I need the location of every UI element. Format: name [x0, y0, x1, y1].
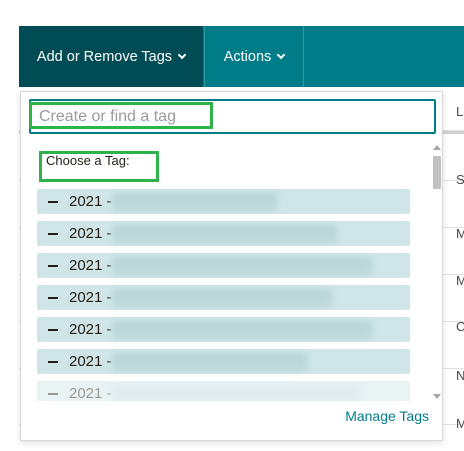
- minus-icon: [48, 264, 58, 267]
- tag-item[interactable]: 2021 -: [37, 317, 410, 342]
- tag-item[interactable]: 2021 -: [37, 381, 410, 401]
- redacted-text: [112, 384, 362, 401]
- chevron-down-icon: [177, 50, 187, 59]
- tag-item-label: 2021 -: [69, 353, 112, 370]
- redacted-text: [112, 288, 332, 307]
- add-remove-tags-button[interactable]: Add or Remove Tags: [19, 26, 203, 87]
- table-cell: M: [456, 416, 464, 431]
- choose-tag-label: Choose a Tag:: [46, 153, 130, 168]
- tag-item[interactable]: 2021 -: [37, 349, 410, 374]
- scroll-up-arrow-icon[interactable]: [433, 145, 441, 150]
- chevron-down-icon: [277, 50, 286, 59]
- redacted-text: [112, 224, 337, 243]
- scroll-down-arrow-icon[interactable]: [433, 394, 441, 399]
- tag-list-scrollbar[interactable]: [432, 143, 442, 401]
- tag-item[interactable]: 2021 -: [37, 221, 410, 246]
- minus-icon: [48, 328, 58, 331]
- scrollbar-thumb[interactable]: [433, 156, 441, 189]
- tag-item[interactable]: 2021 -: [37, 253, 410, 278]
- toolbar: Add or Remove Tags Actions: [19, 26, 464, 87]
- redacted-text: [112, 256, 372, 275]
- tag-dropdown: Choose a Tag: 2021 - 2021 - 2021 - 2021 …: [20, 91, 443, 441]
- redacted-text: [112, 192, 277, 211]
- tag-item-label: 2021 -: [69, 289, 112, 306]
- tag-item[interactable]: 2021 -: [37, 285, 410, 310]
- actions-label: Actions: [223, 48, 272, 65]
- tag-item-label: 2021 -: [69, 321, 112, 338]
- minus-icon: [48, 392, 58, 395]
- minus-icon: [48, 296, 58, 299]
- minus-icon: [48, 232, 58, 235]
- table-header-cell: La: [456, 104, 464, 119]
- add-remove-tags-label: Add or Remove Tags: [36, 48, 173, 65]
- redacted-text: [112, 320, 372, 339]
- tag-item-label: 2021 -: [69, 225, 112, 242]
- tag-item-label: 2021 -: [69, 193, 112, 210]
- manage-tags-link[interactable]: Manage Tags: [345, 408, 429, 424]
- tag-item-label: 2021 -: [69, 385, 112, 401]
- redacted-text: [112, 352, 307, 371]
- tag-search-input[interactable]: [29, 99, 436, 134]
- minus-icon: [48, 360, 58, 363]
- minus-icon: [48, 200, 58, 203]
- tag-list: Choose a Tag: 2021 - 2021 - 2021 - 2021 …: [29, 143, 428, 401]
- tag-item[interactable]: 2021 -: [37, 189, 410, 214]
- actions-button[interactable]: Actions: [204, 26, 304, 87]
- tag-item-label: 2021 -: [69, 257, 112, 274]
